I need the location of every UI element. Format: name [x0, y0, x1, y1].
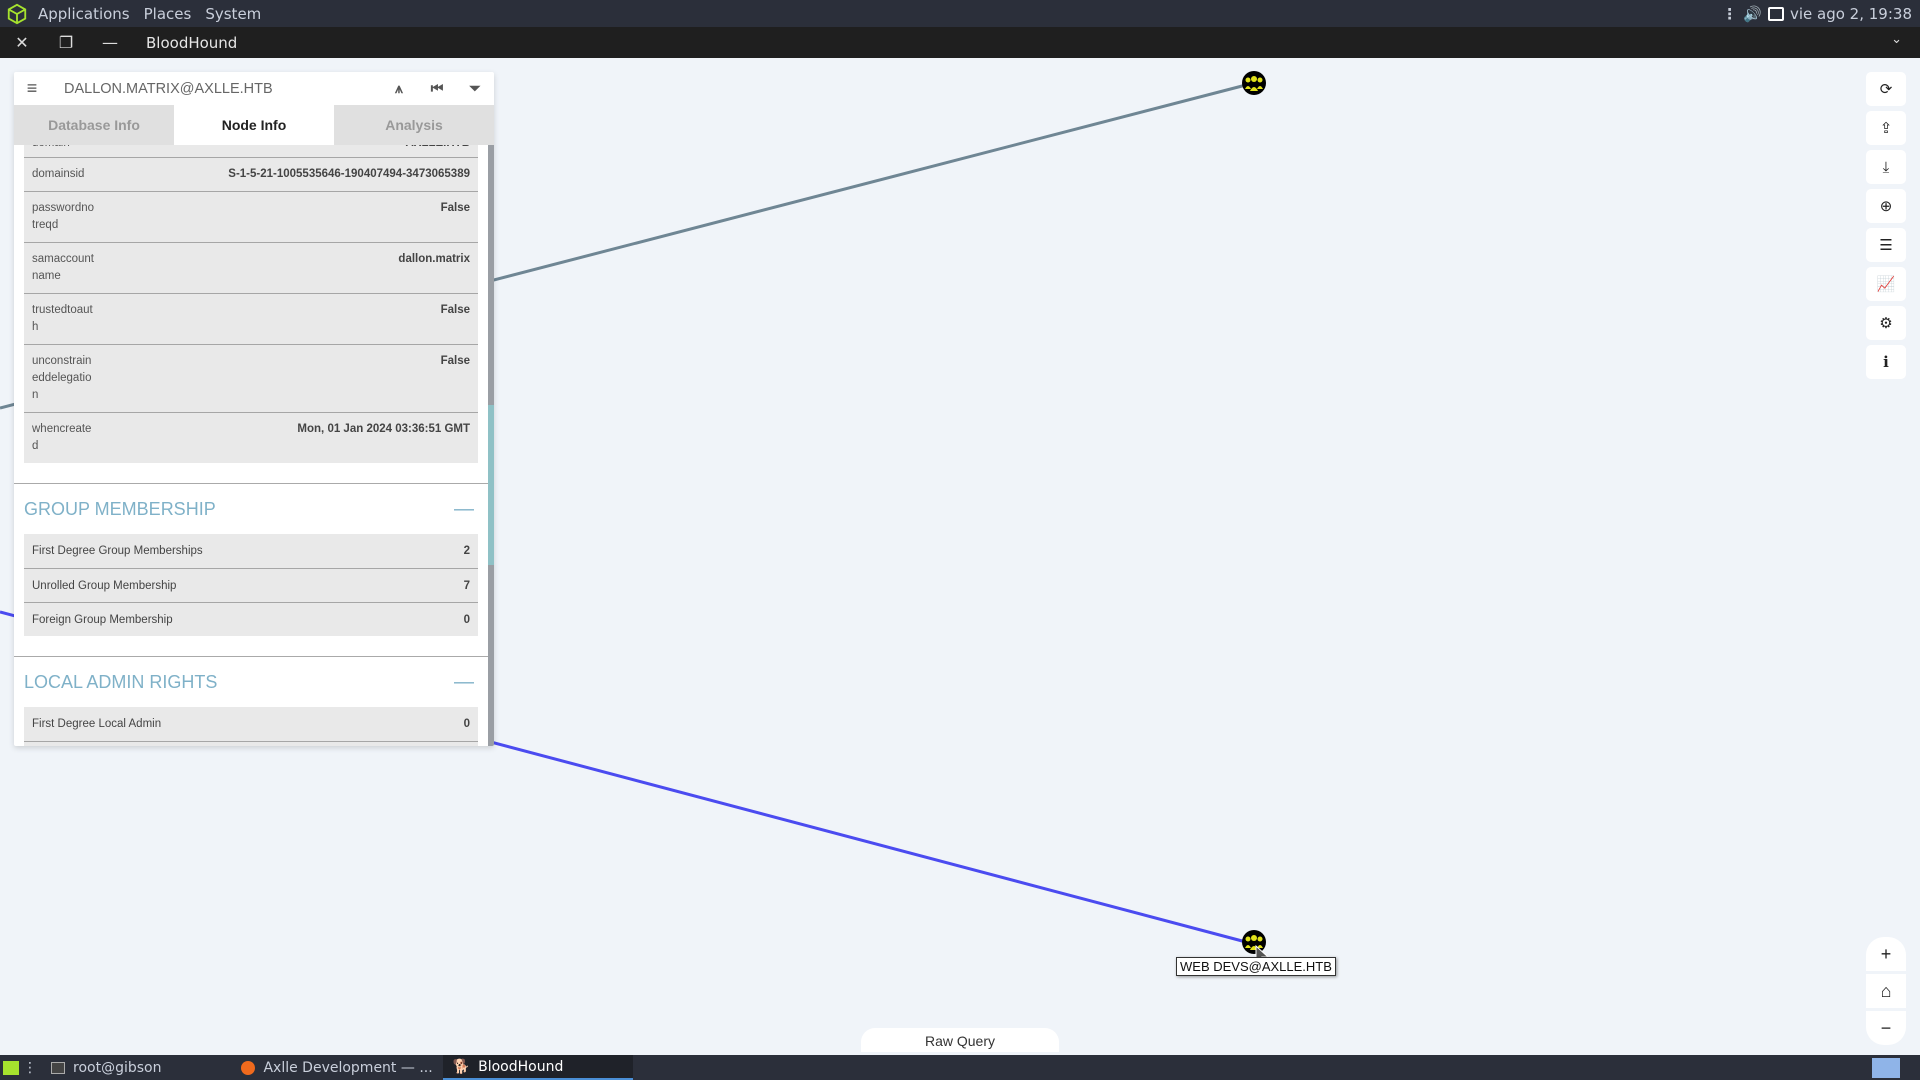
queries-button[interactable]: ☰: [1866, 228, 1906, 262]
cube-logo-icon[interactable]: [6, 3, 28, 25]
tasks-icon: ☰: [1879, 237, 1893, 254]
group-node-web-devs[interactable]: [1242, 930, 1266, 954]
tab-node-info[interactable]: Node Info: [174, 105, 334, 145]
cogs-icon: ⚙: [1879, 315, 1893, 332]
show-desktop-icon[interactable]: [3, 1060, 19, 1075]
filter-icon[interactable]: ⏷: [456, 80, 494, 97]
tab-database-info[interactable]: Database Info: [14, 105, 174, 145]
back-icon[interactable]: ⏮: [418, 80, 456, 97]
settings-button[interactable]: ⚙: [1866, 306, 1906, 340]
chevron-down-icon[interactable]: ⌄: [1891, 32, 1902, 47]
property-row: domainsid S-1-5-21-1005535646-190407494-3…: [24, 157, 478, 191]
properties-table: domainAXLLE.HTB domainsidS-1-5-21-100553…: [24, 145, 478, 463]
kebab-icon[interactable]: ⋮: [1722, 5, 1737, 23]
about-button[interactable]: i: [1866, 345, 1906, 379]
search-node-input[interactable]: DALLON.MATRIX@AXLLE.HTB: [50, 81, 380, 97]
minus-icon: −: [1880, 1017, 1892, 1038]
minimize-window-button[interactable]: —: [88, 33, 132, 52]
section-rows: First Degree Local Admin 0: [24, 707, 478, 746]
zoom-home-button[interactable]: ⌂: [1866, 974, 1906, 1008]
list-item: [24, 741, 478, 746]
menu-applications[interactable]: Applications: [34, 5, 140, 23]
menu-icon[interactable]: ≡: [14, 78, 50, 99]
property-row: domainAXLLE.HTB: [24, 145, 478, 157]
collapse-icon[interactable]: —: [454, 671, 474, 694]
volume-icon[interactable]: 🔊: [1743, 5, 1762, 23]
node-label-web-devs: WEB DEVS@AXLLE.HTB: [1176, 957, 1336, 976]
list-item[interactable]: First Degree Local Admin 0: [24, 707, 478, 741]
section-title: LOCAL ADMIN RIGHTS: [24, 671, 218, 692]
tab-analysis[interactable]: Analysis: [334, 105, 494, 145]
section-header: LOCAL ADMIN RIGHTS —: [14, 657, 488, 707]
panel-tabs: Database Info Node Info Analysis: [14, 105, 494, 145]
section-title: GROUP MEMBERSHIP: [24, 498, 216, 519]
node-info-panel: ≡ DALLON.MATRIX@AXLLE.HTB ⩚ ⏮ ⏷ Database…: [14, 72, 494, 746]
window-title-bar: ✕ ❐ — BloodHound ⌄: [0, 27, 1920, 58]
panel-header: ≡ DALLON.MATRIX@AXLLE.HTB ⩚ ⏮ ⏷: [14, 72, 494, 105]
circle-up-icon: ⊕: [1879, 198, 1893, 215]
group-membership-section: GROUP MEMBERSHIP — First Degree Group Me…: [14, 483, 488, 636]
property-row: passwordnotreqd False: [24, 191, 478, 242]
workspace-indicator[interactable]: [1872, 1058, 1900, 1078]
system-top-bar: Applications Places System ⋮ 🔊 vie ago 2…: [0, 0, 1920, 27]
list-item[interactable]: Unrolled Group Membership 7: [24, 568, 478, 602]
clock[interactable]: vie ago 2, 19:38: [1790, 5, 1912, 23]
bloodhound-icon: 🐕: [452, 1058, 471, 1075]
zoom-in-button[interactable]: +: [1866, 937, 1906, 971]
separator-icon: ⋮: [23, 1059, 37, 1076]
zoom-out-button[interactable]: −: [1866, 1011, 1906, 1045]
scrollbar-thumb[interactable]: [488, 405, 494, 565]
chart-icon: 📈: [1876, 276, 1896, 293]
terminal-icon: [51, 1061, 65, 1074]
info-icon: i: [1883, 353, 1889, 371]
close-window-button[interactable]: ✕: [0, 33, 44, 52]
section-rows: First Degree Group Memberships 2 Unrolled…: [24, 534, 478, 636]
firefox-icon: [241, 1060, 256, 1075]
taskbar: ⋮ root@gibson Axlle Development — ... 🐕 B…: [0, 1055, 1920, 1080]
pathfinding-icon[interactable]: ⩚: [380, 80, 418, 97]
section-header: GROUP MEMBERSHIP —: [14, 484, 488, 534]
raw-query-button[interactable]: Raw Query: [861, 1028, 1059, 1052]
property-row: whencreated Mon, 01 Jan 2024 03:36:51 GMT: [24, 412, 478, 463]
local-admin-section: LOCAL ADMIN RIGHTS — First Degree Local …: [14, 656, 488, 746]
task-firefox[interactable]: Axlle Development — ...: [231, 1055, 442, 1080]
import-button[interactable]: ⊕: [1866, 189, 1906, 223]
window-title: BloodHound: [146, 33, 238, 52]
stats-button[interactable]: 📈: [1866, 267, 1906, 301]
list-item[interactable]: First Degree Group Memberships 2: [24, 534, 478, 568]
refresh-button[interactable]: ⟳: [1866, 72, 1906, 106]
panel-body: domainAXLLE.HTB domainsidS-1-5-21-100553…: [14, 145, 488, 746]
property-row: samaccountname dallon.matrix: [24, 242, 478, 293]
menu-system[interactable]: System: [201, 5, 271, 23]
network-icon[interactable]: [1767, 6, 1784, 21]
home-icon: ⌂: [1880, 980, 1892, 1001]
upload-icon: ⇪: [1879, 120, 1893, 137]
download-icon: ⤓: [1882, 158, 1890, 176]
property-row: unconstraineddelegation False: [24, 344, 478, 412]
group-node-top[interactable]: [1242, 71, 1266, 95]
task-terminal[interactable]: root@gibson: [41, 1055, 171, 1080]
download-button[interactable]: ⤓: [1866, 150, 1906, 184]
collapse-icon[interactable]: —: [454, 498, 474, 521]
property-row: trustedtoauth False: [24, 293, 478, 344]
refresh-icon: ⟳: [1879, 81, 1893, 98]
restore-window-button[interactable]: ❐: [44, 33, 88, 52]
task-bloodhound[interactable]: 🐕 BloodHound: [442, 1055, 633, 1080]
panel-scrollbar[interactable]: [488, 145, 494, 746]
upload-button[interactable]: ⇪: [1866, 111, 1906, 145]
plus-icon: +: [1880, 943, 1892, 964]
menu-places[interactable]: Places: [140, 5, 202, 23]
list-item[interactable]: Foreign Group Membership 0: [24, 602, 478, 636]
